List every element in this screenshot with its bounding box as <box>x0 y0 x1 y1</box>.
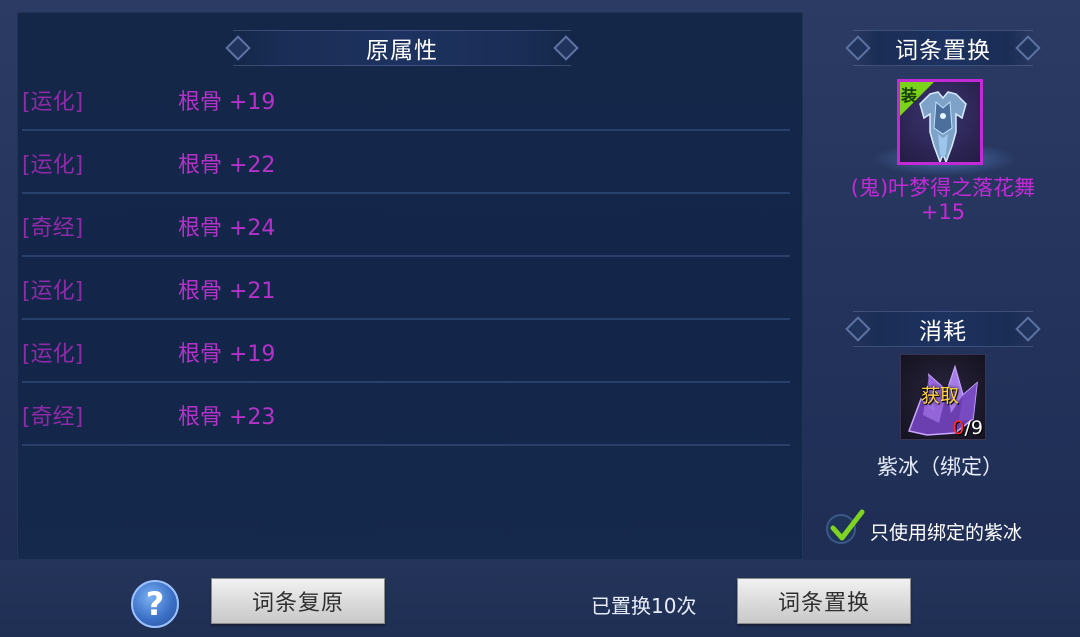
replace-panel-header: 词条置换 <box>845 30 1041 66</box>
banner-left-ornament <box>845 35 871 61</box>
attribute-row: [运化] 根骨 +21 <box>22 255 790 320</box>
consume-panel-header: 消耗 <box>845 311 1041 347</box>
checkmark-icon <box>830 509 865 541</box>
attribute-tag: [奇经] <box>22 216 84 241</box>
replace-count-text: 已置换10次 <box>591 594 697 618</box>
attribute-value: 根骨 +19 <box>178 342 276 367</box>
material-name: 紫冰（绑定） <box>877 455 1003 479</box>
attribute-value: 根骨 +21 <box>178 279 276 304</box>
help-button[interactable]: ? <box>131 580 179 628</box>
attribute-row: [运化] 根骨 +19 <box>22 318 790 383</box>
item-name-line: (鬼)叶梦得之落花舞 <box>850 176 1036 200</box>
item-enhance-level: +15 <box>920 200 966 224</box>
attribute-value: 根骨 +24 <box>178 216 276 241</box>
restore-button-label: 词条复原 <box>251 591 344 616</box>
restore-attributes-button[interactable]: 词条复原 <box>211 578 385 624</box>
attribute-tag: [奇经] <box>22 405 84 430</box>
obtain-link[interactable]: 获取 <box>921 381 959 408</box>
armor-icon <box>919 91 967 162</box>
attribute-panel-title: 原属性 <box>366 38 438 64</box>
attribute-row: [运化] 根骨 +22 <box>22 129 790 194</box>
attribute-tag: [运化] <box>22 342 84 367</box>
material-count: 0/9 <box>952 417 983 439</box>
attribute-tag: [运化] <box>22 279 84 304</box>
material-have: 0 <box>952 417 965 439</box>
attribute-panel-header: 原属性 <box>225 30 579 66</box>
only-bound-checkbox[interactable] <box>826 509 865 544</box>
material-need: /9 <box>964 417 984 439</box>
banner-right-ornament <box>1015 316 1041 342</box>
attribute-row: [奇经] 根骨 +24 <box>22 192 790 257</box>
question-icon: ? <box>145 585 165 623</box>
attribute-row: [运化] 根骨 +19 <box>22 66 790 131</box>
attribute-value: 根骨 +23 <box>178 405 276 430</box>
replace-panel-title: 词条置换 <box>895 38 991 64</box>
banner-right-ornament <box>1015 35 1041 61</box>
material-slot[interactable]: 获取 0/9 <box>900 354 986 440</box>
attribute-value: 根骨 +22 <box>178 153 276 178</box>
consume-panel-title: 消耗 <box>919 319 967 345</box>
attribute-row: [奇经] 根骨 +23 <box>22 381 790 446</box>
banner-left-ornament <box>845 316 871 342</box>
replace-button-label: 词条置换 <box>777 591 870 616</box>
equipment-slot[interactable]: 装 <box>897 79 983 165</box>
item-name: (鬼)叶梦得之落花舞 +15 <box>820 176 1066 224</box>
attribute-tag: [运化] <box>22 153 84 178</box>
replace-attributes-button[interactable]: 词条置换 <box>737 578 911 624</box>
attribute-value: 根骨 +19 <box>178 90 276 115</box>
attribute-tag: [运化] <box>22 90 84 115</box>
only-bound-label[interactable]: 只使用绑定的紫冰 <box>870 518 1022 545</box>
